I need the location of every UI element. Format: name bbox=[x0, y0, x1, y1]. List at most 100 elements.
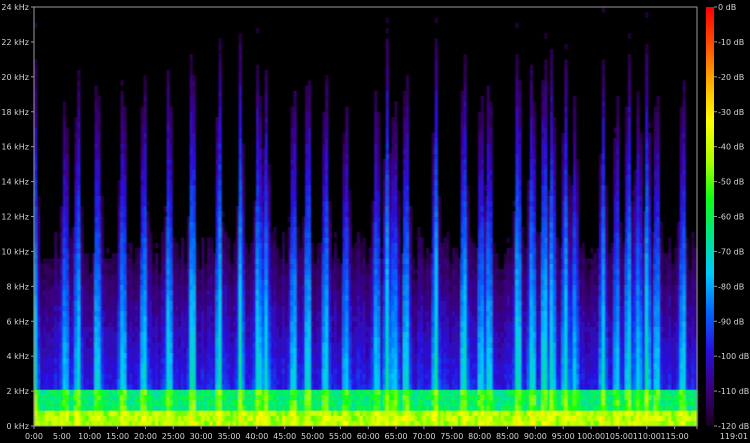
spectrogram-cell bbox=[212, 279, 216, 285]
spectrogram-cell bbox=[97, 357, 101, 364]
spectrogram-cell bbox=[342, 258, 346, 265]
spectrogram-cell bbox=[307, 247, 312, 254]
spectrogram-cell bbox=[218, 148, 222, 155]
spectrogram-cell bbox=[192, 268, 196, 275]
spectrogram-cell bbox=[339, 274, 343, 280]
spectrogram-cell bbox=[94, 274, 98, 280]
spectrogram-cell bbox=[106, 410, 110, 416]
spectrogram-cell bbox=[348, 378, 352, 385]
spectrogram-cell bbox=[212, 410, 216, 416]
spectrogram-cell bbox=[117, 357, 121, 364]
spectrogram-cell bbox=[77, 148, 81, 155]
spectrogram-cell bbox=[221, 258, 225, 265]
spectrogram-cell bbox=[255, 384, 260, 390]
spectrogram-cell bbox=[183, 289, 188, 296]
spectrogram-cell bbox=[261, 274, 266, 280]
spectrogram-cell bbox=[290, 373, 294, 380]
spectrogram-cell bbox=[273, 410, 277, 416]
spectrogram-cell bbox=[313, 389, 317, 395]
spectrogram-cell bbox=[264, 279, 268, 285]
spectrogram-cell bbox=[186, 399, 191, 406]
spectrogram-cell bbox=[325, 274, 329, 280]
spectrogram-cell bbox=[189, 216, 193, 223]
spectrogram-cell bbox=[235, 389, 240, 395]
spectrogram-cell bbox=[62, 279, 67, 285]
spectrogram-cell bbox=[241, 237, 245, 244]
spectrogram-cell bbox=[83, 300, 87, 306]
spectrogram-cell bbox=[204, 373, 208, 380]
spectrogram-cell bbox=[97, 164, 101, 170]
spectrogram-cell bbox=[100, 279, 104, 285]
spectrogram-cell bbox=[253, 305, 257, 312]
spectrogram-cell bbox=[322, 363, 326, 369]
spectrogram-cell bbox=[235, 268, 240, 275]
spectrogram-cell bbox=[351, 247, 355, 254]
spectrogram-cell bbox=[166, 253, 170, 259]
spectrogram-cell bbox=[155, 284, 159, 291]
spectrogram-cell bbox=[103, 410, 107, 416]
spectrogram-cell bbox=[117, 279, 121, 285]
spectrogram-cell bbox=[307, 242, 312, 249]
spectrogram-cell bbox=[244, 373, 248, 380]
spectrogram-cell bbox=[227, 352, 231, 359]
spectrogram-cell bbox=[264, 153, 268, 160]
spectrogram-cell bbox=[80, 331, 84, 338]
spectrogram-cell bbox=[146, 284, 150, 291]
spectrogram-cell bbox=[189, 179, 193, 186]
spectrogram-cell bbox=[238, 179, 242, 186]
spectrogram-cell bbox=[175, 342, 179, 348]
spectrogram-cell bbox=[143, 263, 147, 270]
spectrogram-cell bbox=[169, 211, 173, 217]
spectrogram-cell bbox=[304, 85, 309, 92]
spectrogram-cell bbox=[319, 263, 323, 270]
spectrogram-cell bbox=[235, 247, 240, 254]
spectrogram-cell bbox=[258, 143, 263, 149]
spectrogram-cell bbox=[169, 185, 173, 191]
spectrogram-cell bbox=[365, 389, 369, 395]
spectrogram-cell bbox=[238, 122, 242, 128]
spectrogram-cell bbox=[169, 179, 173, 186]
spectrogram-cell bbox=[299, 274, 303, 280]
spectrogram-cell bbox=[77, 295, 81, 301]
spectrogram-cell bbox=[103, 389, 107, 395]
spectrogram-cell bbox=[287, 247, 291, 254]
spectrogram-cell bbox=[353, 373, 358, 380]
spectrogram-cell bbox=[281, 336, 286, 343]
spectrogram-cell bbox=[88, 363, 93, 369]
spectrogram-cell bbox=[221, 347, 225, 354]
spectrogram-cell bbox=[39, 394, 44, 401]
spectrogram-cell bbox=[169, 153, 173, 160]
spectrogram-cell bbox=[175, 263, 179, 270]
spectrogram-cell bbox=[310, 415, 315, 422]
spectrogram-cell bbox=[296, 326, 300, 333]
spectrogram-cell bbox=[261, 211, 266, 217]
spectrogram-cell bbox=[304, 384, 309, 390]
spectrogram-cell bbox=[181, 394, 185, 401]
spectrogram-cell bbox=[215, 206, 219, 212]
spectrogram-cell bbox=[307, 347, 312, 354]
spectrogram-cell bbox=[230, 263, 234, 270]
spectrogram-cell bbox=[333, 284, 338, 291]
spectrogram-cell bbox=[91, 321, 95, 327]
spectrogram-cell bbox=[339, 263, 343, 270]
spectrogram-cell bbox=[152, 331, 156, 338]
spectrogram-cell bbox=[48, 300, 52, 306]
spectrogram-cell bbox=[290, 111, 294, 118]
spectrogram-cell bbox=[209, 316, 214, 322]
spectrogram-cell bbox=[117, 316, 121, 322]
spectrogram-cell bbox=[362, 389, 366, 395]
spectrogram-cell bbox=[189, 399, 193, 406]
spectrogram-cell bbox=[227, 310, 231, 317]
spectrogram-cell bbox=[51, 336, 55, 343]
spectrogram-cell bbox=[192, 357, 196, 364]
spectrogram-cell bbox=[166, 326, 170, 333]
spectrogram-cell bbox=[120, 190, 124, 196]
spectrogram-cell bbox=[336, 295, 340, 301]
spectrogram-cell bbox=[163, 300, 167, 306]
spectrogram-cell bbox=[247, 300, 251, 306]
spectrogram-cell bbox=[195, 305, 199, 312]
spectrogram-cell bbox=[264, 148, 268, 155]
spectrogram-cell bbox=[267, 410, 271, 416]
spectrogram-cell bbox=[342, 321, 346, 327]
spectrogram-cell bbox=[65, 211, 69, 217]
